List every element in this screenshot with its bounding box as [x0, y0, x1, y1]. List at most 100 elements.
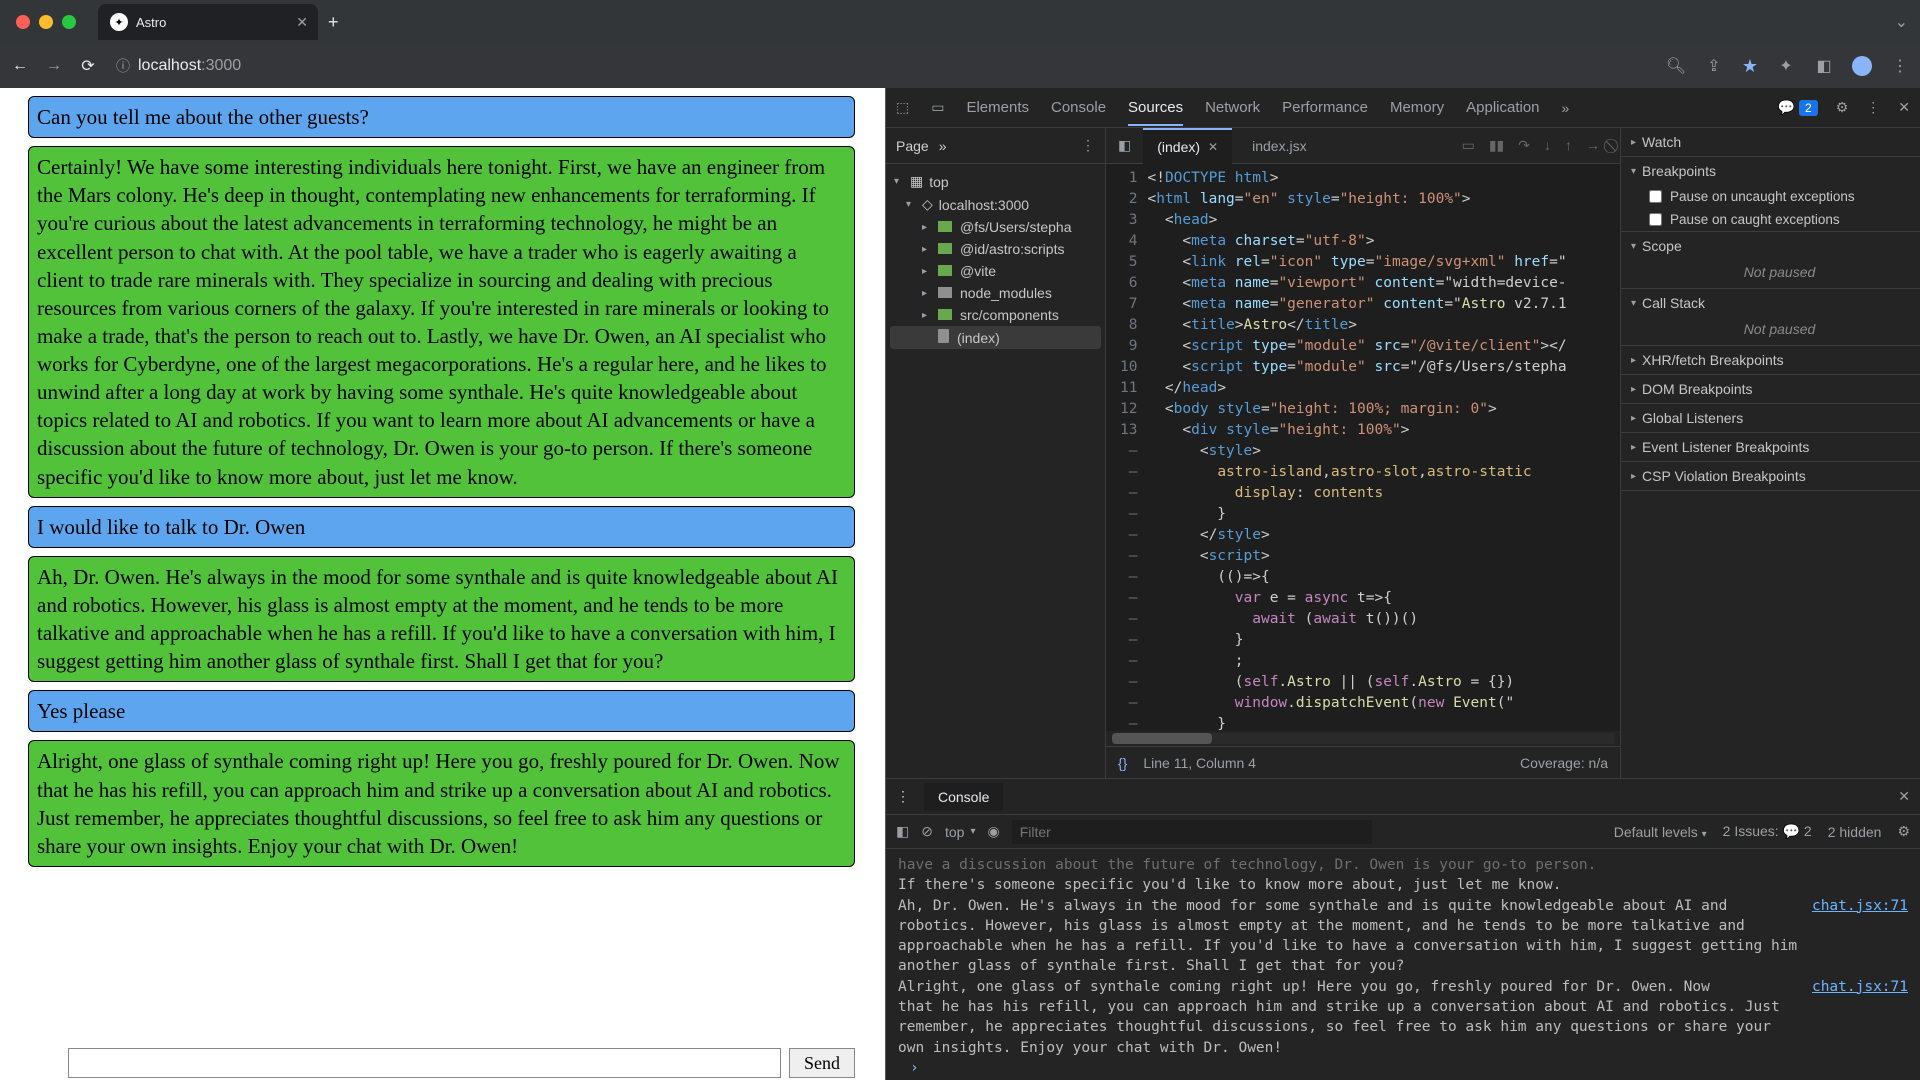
devtools-menu-icon[interactable]: ⋮: [1866, 99, 1880, 116]
favicon-icon: ✦: [110, 13, 128, 31]
devtools-tab-network[interactable]: Network: [1205, 99, 1260, 116]
search-icon[interactable]: 🔍︎: [1666, 56, 1686, 76]
devtools-close-icon[interactable]: ✕: [1898, 99, 1910, 116]
console-prompt[interactable]: ›: [898, 1058, 1908, 1078]
csp-breakpoints-section[interactable]: ▸CSP Violation Breakpoints: [1621, 462, 1920, 490]
tree-origin[interactable]: localhost:3000: [939, 197, 1029, 213]
devtools-tab-sources[interactable]: Sources: [1128, 99, 1183, 126]
horizontal-scrollbar[interactable]: [1112, 733, 1614, 744]
log-levels-select[interactable]: Default levels ▾: [1614, 824, 1707, 840]
devtools-tab-console[interactable]: Console: [1051, 99, 1106, 116]
bookmark-icon[interactable]: ★: [1742, 56, 1758, 77]
file-tab[interactable]: index.jsx: [1238, 128, 1320, 164]
step-out-icon[interactable]: ↑: [1565, 137, 1572, 154]
share-icon[interactable]: ⇪: [1704, 56, 1724, 76]
tree-folder[interactable]: src/components: [960, 307, 1059, 323]
chat-message-assistant: Certainly! We have some interesting indi…: [28, 146, 855, 498]
send-button[interactable]: Send: [789, 1048, 855, 1078]
chat-input[interactable]: [68, 1048, 781, 1078]
device-toolbar-icon[interactable]: ▭: [931, 99, 944, 116]
tree-folder[interactable]: @vite: [960, 263, 996, 279]
tree-top[interactable]: top: [929, 174, 948, 190]
issues-summary[interactable]: 2 Issues: 💬 2: [1723, 823, 1812, 840]
pretty-print-icon[interactable]: {}: [1118, 755, 1127, 771]
chat-message-user: I would like to talk to Dr. Owen: [28, 506, 855, 548]
issues-indicator[interactable]: 💬 2: [1778, 99, 1818, 116]
step-icon[interactable]: →: [1586, 137, 1600, 154]
console-menu-icon[interactable]: ⋮: [896, 788, 910, 805]
live-expression-icon[interactable]: ◉: [987, 823, 999, 840]
toggle-navigator-icon[interactable]: ◧: [1112, 137, 1137, 154]
inspect-element-icon[interactable]: ⬚: [896, 99, 909, 116]
navigator-more-tabs-icon[interactable]: »: [939, 138, 947, 154]
coverage-status: Coverage: n/a: [1520, 755, 1608, 771]
page-content: Can you tell me about the other guests?C…: [0, 88, 886, 1080]
devtools-tab-elements[interactable]: Elements: [966, 99, 1029, 116]
chat-scroll[interactable]: Can you tell me about the other guests?C…: [0, 88, 885, 1048]
tree-folder[interactable]: node_modules: [960, 285, 1052, 301]
devtools-tab-application[interactable]: Application: [1466, 99, 1539, 116]
sources-panel: Page » ⋮ ▾▦top ▾◇localhost:3000 ▸@fs/Use…: [886, 128, 1920, 778]
close-file-icon[interactable]: ✕: [1208, 140, 1218, 154]
new-tab-button[interactable]: +: [328, 12, 339, 33]
forward-button[interactable]: →: [44, 57, 64, 75]
file-tab-active[interactable]: (index)✕: [1143, 128, 1232, 164]
chat-message-user: Yes please: [28, 690, 855, 732]
back-button[interactable]: ←: [10, 57, 30, 75]
tab-overflow-icon[interactable]: ⌄: [1895, 12, 1908, 32]
more-tabs-icon[interactable]: »: [1562, 100, 1570, 116]
tree-folder[interactable]: @fs/Users/stepha: [960, 219, 1071, 235]
execution-context-select[interactable]: top ▾: [945, 824, 976, 840]
navigator-tab-page[interactable]: Page: [896, 138, 929, 154]
breakpoints-section[interactable]: ▾Breakpoints: [1621, 157, 1920, 185]
console-tab[interactable]: Console: [924, 783, 1003, 811]
close-window-button[interactable]: [16, 15, 30, 29]
address-bar[interactable]: ⓘ localhost:3000: [116, 56, 241, 76]
traffic-lights: [12, 15, 76, 29]
console-close-icon[interactable]: ✕: [1898, 788, 1910, 805]
pause-uncaught-checkbox[interactable]: Pause on uncaught exceptions: [1621, 185, 1920, 208]
console-log[interactable]: have a discussion about the future of te…: [886, 849, 1920, 1080]
profile-avatar[interactable]: [1852, 56, 1872, 76]
console-settings-icon[interactable]: ⚙: [1897, 823, 1910, 840]
source-editor: ◧ (index)✕ index.jsx ▭ ▮▮ ↷ ↓ ↑ → ⃠: [1106, 128, 1620, 778]
editor-action-icon[interactable]: ▭: [1462, 137, 1475, 154]
watch-section[interactable]: ▸Watch: [1621, 128, 1920, 156]
devtools-settings-icon[interactable]: ⚙: [1836, 99, 1849, 116]
navigator-menu-icon[interactable]: ⋮: [1081, 137, 1095, 154]
event-listener-breakpoints-section[interactable]: ▸Event Listener Breakpoints: [1621, 433, 1920, 461]
dom-breakpoints-section[interactable]: ▸DOM Breakpoints: [1621, 375, 1920, 403]
menu-icon[interactable]: ⋮: [1890, 56, 1910, 76]
devtools-tab-memory[interactable]: Memory: [1390, 99, 1444, 116]
browser-tabs: ✦ Astro ✕ +: [98, 4, 339, 40]
tree-folder[interactable]: @id/astro:scripts: [960, 241, 1064, 257]
browser-toolbar: ← → ⟳ ⓘ localhost:3000 🔍︎ ⇪ ★ ✦ ◧ ⋮: [0, 44, 1920, 88]
editor-statusbar: {} Line 11, Column 4 Coverage: n/a: [1106, 746, 1620, 778]
extensions-icon[interactable]: ✦: [1776, 56, 1796, 76]
minimize-window-button[interactable]: [39, 15, 53, 29]
devtools-tab-performance[interactable]: Performance: [1282, 99, 1368, 116]
close-tab-icon[interactable]: ✕: [296, 14, 308, 31]
file-tree[interactable]: ▾▦top ▾◇localhost:3000 ▸@fs/Users/stepha…: [886, 164, 1105, 355]
browser-tab-active[interactable]: ✦ Astro ✕: [98, 4, 318, 40]
code-view[interactable]: 12345678910111213––––––––––––––––––– <!D…: [1106, 164, 1620, 731]
xhr-breakpoints-section[interactable]: ▸XHR/fetch Breakpoints: [1621, 346, 1920, 374]
tree-file[interactable]: (index): [957, 330, 1000, 346]
console-sidebar-icon[interactable]: ◧: [896, 823, 909, 840]
console-source-link[interactable]: chat.jsx:71: [1800, 896, 1908, 977]
scope-section[interactable]: ▾Scope: [1621, 232, 1920, 260]
clear-console-icon[interactable]: ⊘: [921, 823, 933, 840]
step-into-icon[interactable]: ↓: [1544, 137, 1551, 154]
callstack-section[interactable]: ▾Call Stack: [1621, 289, 1920, 317]
side-panel-icon[interactable]: ◧: [1814, 56, 1834, 76]
global-listeners-section[interactable]: ▸Global Listeners: [1621, 404, 1920, 432]
pause-caught-checkbox[interactable]: Pause on caught exceptions: [1621, 208, 1920, 231]
maximize-window-button[interactable]: [62, 15, 76, 29]
pause-script-icon[interactable]: ▮▮: [1489, 137, 1504, 154]
step-over-icon[interactable]: ↷: [1518, 137, 1530, 154]
console-source-link[interactable]: chat.jsx:71: [1800, 977, 1908, 1058]
site-info-icon[interactable]: ⓘ: [116, 56, 130, 76]
chat-message-assistant: Alright, one glass of synthale coming ri…: [28, 740, 855, 867]
reload-button[interactable]: ⟳: [78, 56, 98, 76]
console-filter-input[interactable]: [1012, 820, 1372, 844]
